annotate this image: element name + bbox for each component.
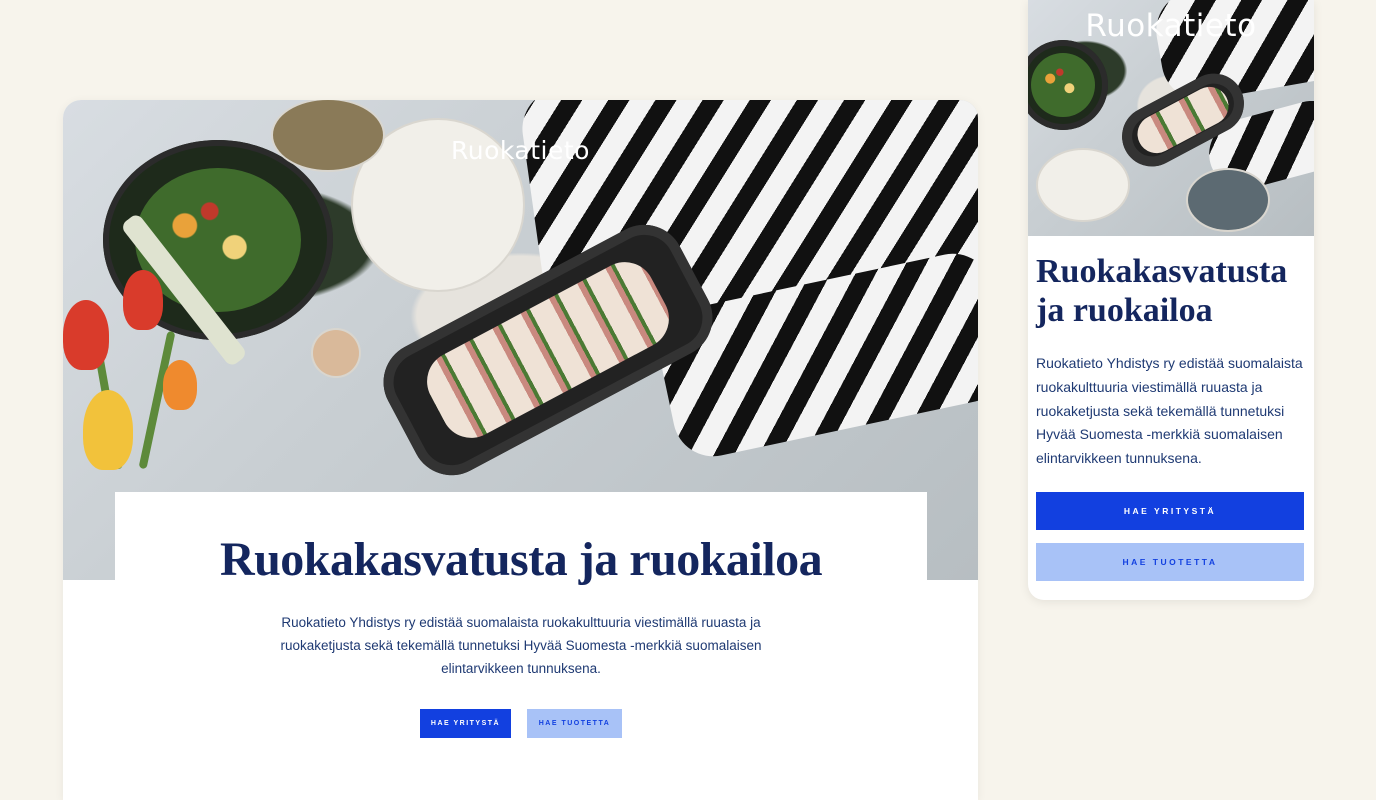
mobile-search-company-button[interactable]: Hae yritystä xyxy=(1036,491,1304,530)
page-title: Ruokakasvatusta ja ruokailoa xyxy=(219,533,823,586)
mobile-brand-logo[interactable]: Ruokatieto xyxy=(1028,8,1314,44)
brand-logo[interactable]: Ruokatieto xyxy=(63,136,978,165)
hero-buttons: Hae yritystä Hae tuotetta xyxy=(115,709,927,738)
mobile-hero-content: Ruokakasvatusta ja ruokailoa Ruokatieto … xyxy=(1036,252,1306,581)
mobile-mockup: Ruokatieto Ruokakasvatusta ja ruokailoa … xyxy=(1028,0,1314,600)
search-product-button[interactable]: Hae tuotetta xyxy=(527,709,622,738)
search-company-button[interactable]: Hae yritystä xyxy=(420,709,511,738)
desktop-mockup: Ruokatieto Ruokakasvatusta ja ruokailoa … xyxy=(63,100,978,800)
hero-description: Ruokatieto Yhdistys ry edistää suomalais… xyxy=(280,615,762,676)
mobile-page-title: Ruokakasvatusta ja ruokailoa xyxy=(1036,253,1288,329)
hero-card: Ruokakasvatusta ja ruokailoa Ruokatieto … xyxy=(115,492,927,800)
mobile-hero-buttons: Hae yritystä Hae tuotetta xyxy=(1036,491,1306,581)
mobile-hero-description: Ruokatieto Yhdistys ry edistää suomalais… xyxy=(1036,355,1303,467)
mobile-search-product-button[interactable]: Hae tuotetta xyxy=(1036,542,1304,581)
